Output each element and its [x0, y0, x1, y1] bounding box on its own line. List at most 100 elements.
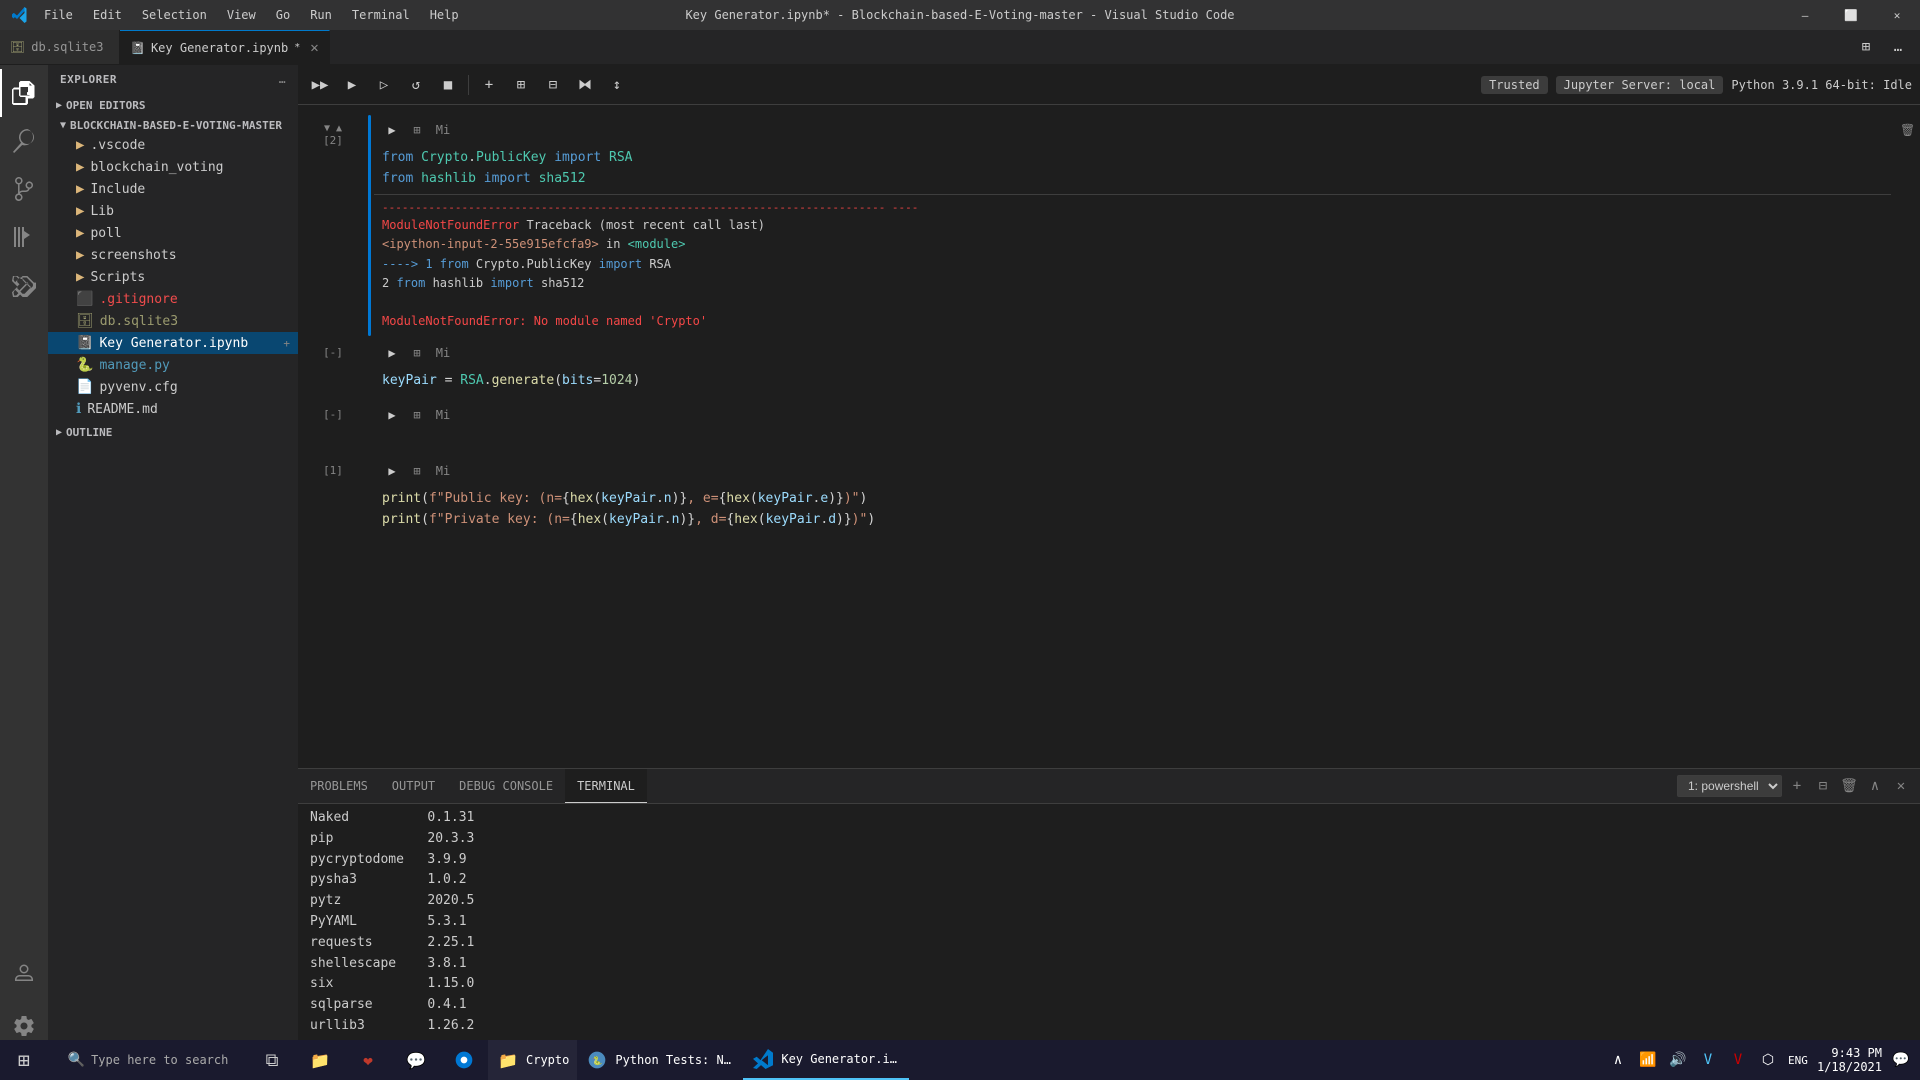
sidebar-item-poll[interactable]: ▶ poll: [48, 222, 298, 244]
menu-edit[interactable]: Edit: [85, 6, 130, 24]
cell-1-collapse2[interactable]: ▲: [334, 123, 344, 134]
cell-4-more2[interactable]: Mi: [432, 460, 454, 482]
menu-file[interactable]: File: [36, 6, 81, 24]
minimize-button[interactable]: —: [1782, 0, 1828, 30]
menu-go[interactable]: Go: [268, 6, 298, 24]
new-file-icon[interactable]: +: [283, 337, 290, 350]
taskbar-vscode[interactable]: Key Generator.ipyn...: [743, 1040, 909, 1080]
terminal-content[interactable]: Naked 0.1.31 pip 20.3.3 pycryptodome 3.9…: [298, 804, 1920, 1058]
cell-2-more1[interactable]: ⊞: [406, 342, 428, 364]
taskbar-file-explorer[interactable]: 📁: [296, 1040, 344, 1080]
taskbar-app-chat[interactable]: 💬: [392, 1040, 440, 1080]
taskbar-start[interactable]: ⊞: [0, 1040, 48, 1080]
cell-1-run[interactable]: ▶: [382, 120, 402, 140]
cell-4-run[interactable]: ▶: [382, 461, 402, 481]
restart-button[interactable]: ↺: [402, 71, 430, 99]
taskbar-crypto-folder[interactable]: 📁 Crypto: [488, 1040, 577, 1080]
sidebar-item-pyvenv[interactable]: 📄 pyvenv.cfg: [48, 376, 298, 398]
taskbar-search[interactable]: 🔍 Type here to search: [48, 1040, 248, 1080]
sidebar-new-file-icon[interactable]: …: [279, 73, 286, 86]
toggle-output-button[interactable]: ⊞: [507, 71, 535, 99]
taskbar-edge[interactable]: [440, 1040, 488, 1080]
sidebar-item-lib[interactable]: ▶ Lib: [48, 200, 298, 222]
cell-1-more2[interactable]: Mi: [432, 119, 454, 141]
cell-1-more1[interactable]: ⊞: [406, 119, 428, 141]
root-folder-header[interactable]: ▼ BLOCKCHAIN-BASED-E-VOTING-MASTER: [48, 117, 298, 134]
cell-3-more1[interactable]: ⊞: [406, 404, 428, 426]
more-actions-button[interactable]: …: [1884, 33, 1912, 61]
cell-3-code[interactable]: [374, 429, 1911, 453]
tray-show-hidden[interactable]: ∧: [1607, 1049, 1629, 1071]
sidebar-item-db-sqlite3[interactable]: 🗄 db.sqlite3: [48, 310, 298, 332]
tab-close-icon[interactable]: ✕: [310, 40, 318, 56]
terminal-trash-button[interactable]: 🗑: [1838, 775, 1860, 797]
cell-4-more1[interactable]: ⊞: [406, 460, 428, 482]
menu-selection[interactable]: Selection: [134, 6, 215, 24]
taskbar-task-view[interactable]: ⧉: [248, 1040, 296, 1080]
menu-view[interactable]: View: [219, 6, 264, 24]
menu-help[interactable]: Help: [422, 6, 467, 24]
open-editors-header[interactable]: ▶ OPEN EDITORS: [48, 96, 298, 115]
cell-1-delete[interactable]: 🗑: [1900, 123, 1915, 137]
run-button[interactable]: ▶: [338, 71, 366, 99]
split-editor-button[interactable]: ⊞: [1852, 33, 1880, 61]
activity-account[interactable]: [0, 950, 48, 998]
cell-1-code[interactable]: from Crypto.PublicKey import RSA from ha…: [374, 144, 1891, 194]
add-cell-button[interactable]: +: [475, 71, 503, 99]
sidebar-item-readme[interactable]: ℹ README.md: [48, 398, 298, 420]
sidebar-item-vscode[interactable]: ▶ .vscode: [48, 134, 298, 156]
terminal-close-button[interactable]: ✕: [1890, 775, 1912, 797]
sidebar-item-include[interactable]: ▶ Include: [48, 178, 298, 200]
tab-db-sqlite3[interactable]: 🗄 db.sqlite3: [0, 30, 120, 64]
jupyter-server-badge[interactable]: Jupyter Server: local: [1556, 76, 1724, 94]
maximize-button[interactable]: ⬜: [1828, 0, 1874, 30]
tray-clock[interactable]: 9:43 PM 1/18/2021: [1817, 1046, 1882, 1074]
activity-explorer[interactable]: [0, 69, 48, 117]
activity-search[interactable]: [0, 117, 48, 165]
activity-source-control[interactable]: [0, 165, 48, 213]
interrupt-button[interactable]: ■: [434, 71, 462, 99]
taskbar-python-tests[interactable]: 🐍 Python Tests: No m...: [577, 1040, 743, 1080]
outline-section-header[interactable]: ▶ OUTLINE: [48, 424, 298, 441]
taskbar-app-antivirus[interactable]: ❤: [344, 1040, 392, 1080]
move-up-button[interactable]: ⧓: [571, 71, 599, 99]
terminal-tab-debug[interactable]: DEBUG CONSOLE: [447, 769, 565, 803]
cell-3-more2[interactable]: Mi: [432, 404, 454, 426]
terminal-tab-terminal[interactable]: TERMINAL: [565, 769, 647, 803]
tray-lang[interactable]: ENG: [1787, 1049, 1809, 1071]
cell-3-run[interactable]: ▶: [382, 405, 402, 425]
activity-extensions[interactable]: [0, 261, 48, 309]
sidebar-item-screenshots[interactable]: ▶ screenshots: [48, 244, 298, 266]
clear-output-button[interactable]: ⊟: [539, 71, 567, 99]
menu-terminal[interactable]: Terminal: [344, 6, 418, 24]
cell-1-collapse[interactable]: ▼: [322, 123, 332, 134]
tray-icon3[interactable]: ⬡: [1757, 1049, 1779, 1071]
tray-notification[interactable]: V: [1697, 1049, 1719, 1071]
sidebar-item-key-generator[interactable]: 📓 Key Generator.ipynb +: [48, 332, 298, 354]
tray-notification-bell[interactable]: 💬: [1890, 1049, 1912, 1071]
run-all-button[interactable]: ▶▶: [306, 71, 334, 99]
terminal-split-button[interactable]: ⊟: [1812, 775, 1834, 797]
tray-antivirus2[interactable]: V: [1727, 1049, 1749, 1071]
terminal-tab-problems[interactable]: PROBLEMS: [298, 769, 380, 803]
cell-4-code[interactable]: print(f"Public key: (n={hex(keyPair.n)},…: [374, 485, 1911, 535]
terminal-add-button[interactable]: +: [1786, 775, 1808, 797]
tray-network[interactable]: 📶: [1637, 1049, 1659, 1071]
terminal-tab-output[interactable]: OUTPUT: [380, 769, 447, 803]
sidebar-item-scripts[interactable]: ▶ Scripts: [48, 266, 298, 288]
move-down-button[interactable]: ↕: [603, 71, 631, 99]
cell-2-code[interactable]: keyPair = RSA.generate(bits=1024): [374, 367, 1911, 397]
tray-volume[interactable]: 🔊: [1667, 1049, 1689, 1071]
cell-2-run[interactable]: ▶: [382, 343, 402, 363]
terminal-maximize-button[interactable]: ∧: [1864, 775, 1886, 797]
tab-key-generator[interactable]: 📓 Key Generator.ipynb * ✕: [120, 30, 330, 64]
run-below-button[interactable]: ▷: [370, 71, 398, 99]
terminal-shell-select[interactable]: 1: powershell: [1677, 775, 1782, 797]
close-button[interactable]: ✕: [1874, 0, 1920, 30]
sidebar-item-blockchain-voting[interactable]: ▶ blockchain_voting: [48, 156, 298, 178]
cell-2-more2[interactable]: Mi: [432, 342, 454, 364]
activity-run[interactable]: [0, 213, 48, 261]
menu-run[interactable]: Run: [302, 6, 340, 24]
sidebar-item-manage-py[interactable]: 🐍 manage.py: [48, 354, 298, 376]
sidebar-item-gitignore[interactable]: ⬛ .gitignore: [48, 288, 298, 310]
